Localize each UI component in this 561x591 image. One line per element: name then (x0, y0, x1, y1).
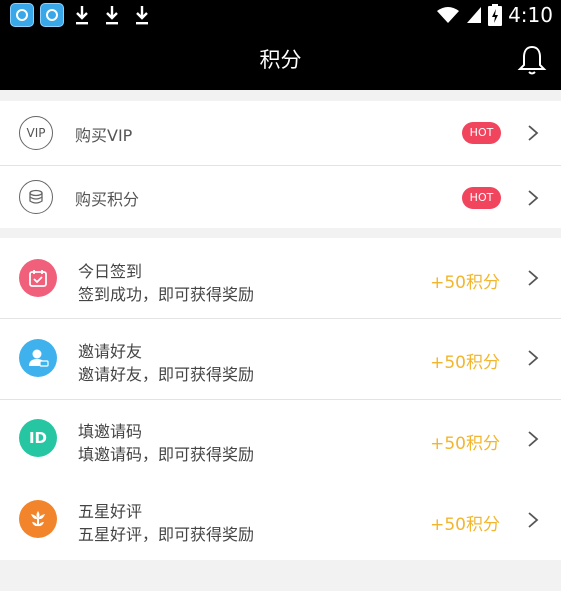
task-subtitle: 填邀请码，即可获得奖励 (78, 445, 255, 464)
task-subtitle: 五星好评，即可获得奖励 (78, 525, 255, 544)
download-icon (106, 6, 118, 25)
task-reward: +50积分 (430, 515, 500, 535)
chevron-right-icon (528, 512, 539, 528)
hot-badge: HOT (462, 187, 501, 209)
task-title: 填邀请码 (78, 422, 143, 441)
battery-icon (488, 4, 503, 26)
task-title: 今日签到 (78, 262, 143, 281)
chevron-right-icon (528, 270, 539, 286)
purchase-card: VIP 购买VIP HOT 购买积分 HOT (0, 101, 561, 228)
buy-vip-label: 购买VIP (75, 126, 133, 145)
vip-icon: VIP (19, 116, 53, 150)
task-title: 邀请好友 (78, 342, 143, 361)
task-row-invite[interactable]: 邀请好友 邀请好友，即可获得奖励 +50积分 (0, 319, 561, 399)
task-subtitle: 邀请好友，即可获得奖励 (78, 365, 255, 384)
chevron-right-icon (528, 125, 539, 141)
task-reward: +50积分 (430, 273, 500, 293)
signal-icon (467, 7, 482, 23)
task-subtitle: 签到成功，即可获得奖励 (78, 285, 255, 304)
chevron-right-icon (528, 431, 539, 447)
chevron-right-icon (528, 350, 539, 366)
task-reward: +50积分 (430, 353, 500, 373)
task-title: 五星好评 (78, 502, 143, 521)
id-icon: ID (19, 419, 57, 457)
coins-icon (19, 180, 53, 214)
download-icon (76, 6, 88, 25)
task-reward: +50积分 (430, 434, 500, 454)
app-notification-icon (40, 3, 64, 27)
calendar-icon (19, 259, 57, 297)
download-icon (136, 6, 148, 25)
task-row-review[interactable]: 五星好评 五星好评，即可获得奖励 +50积分 (0, 480, 561, 560)
wifi-icon (437, 7, 460, 23)
buy-vip-row[interactable]: VIP 购买VIP HOT (0, 101, 561, 165)
buy-points-row[interactable]: 购买积分 HOT (0, 166, 561, 228)
status-bar: 4:10 (0, 0, 561, 30)
bell-icon[interactable] (517, 44, 547, 76)
invite-friend-icon (19, 339, 57, 377)
clock: 4:10 (508, 3, 553, 27)
app-header: 积分 (0, 30, 561, 90)
flower-icon (19, 500, 57, 538)
task-row-invite-code[interactable]: ID 填邀请码 填邀请码，即可获得奖励 +50积分 (0, 400, 561, 480)
tasks-card: 今日签到 签到成功，即可获得奖励 +50积分 邀请好友 邀请好友，即可获得奖励 … (0, 238, 561, 560)
chevron-right-icon (528, 190, 539, 206)
hot-badge: HOT (462, 122, 501, 144)
app-notification-icon (10, 3, 34, 27)
task-row-signin[interactable]: 今日签到 签到成功，即可获得奖励 +50积分 (0, 238, 561, 318)
page-title: 积分 (259, 48, 302, 72)
buy-points-label: 购买积分 (75, 190, 140, 209)
